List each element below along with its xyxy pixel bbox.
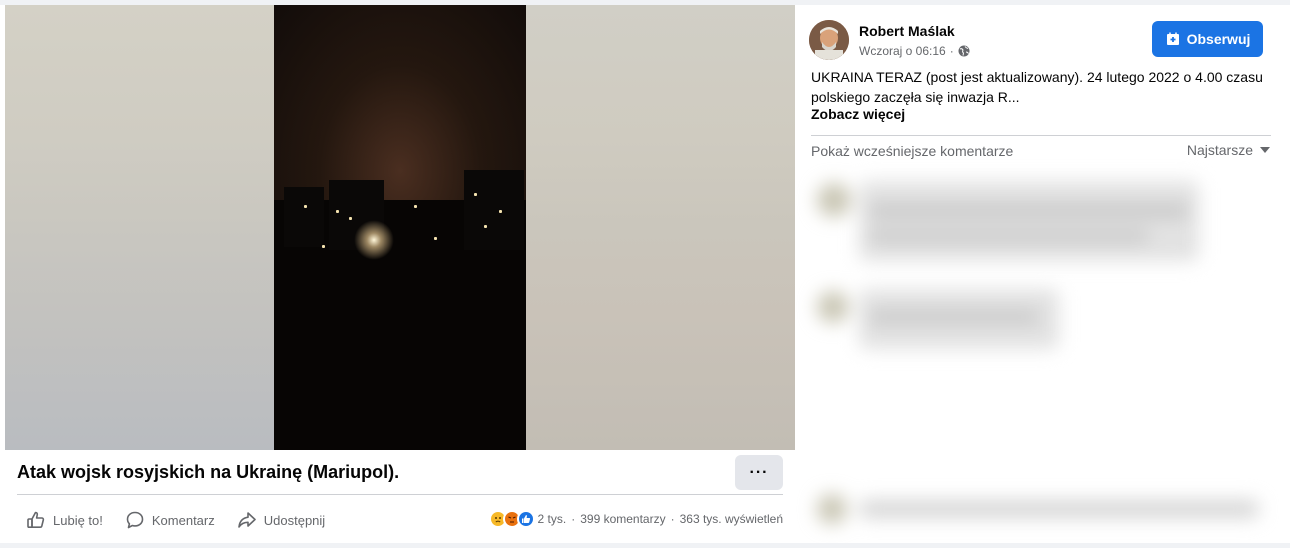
building-silhouette <box>284 187 324 247</box>
action-bar: Lubię to! Komentarz Udostępnij <box>26 508 347 532</box>
building-silhouette <box>464 170 524 250</box>
comment-sort-dropdown[interactable]: Najstarsze <box>1187 142 1270 158</box>
comment-icon <box>126 511 144 529</box>
post-time[interactable]: Wczoraj o 06:16 <box>859 44 946 58</box>
meta-dot: · <box>949 44 954 58</box>
bottom-border <box>0 543 1290 548</box>
window-light <box>322 245 325 248</box>
more-options-button[interactable]: ··· <box>735 455 783 490</box>
sort-label: Najstarsze <box>1186 142 1253 158</box>
more-dots-icon: ··· <box>749 463 769 481</box>
follow-label: Obserwuj <box>1186 31 1251 47</box>
divider <box>811 135 1271 136</box>
comment-button[interactable]: Komentarz <box>125 510 215 530</box>
video-blur-left <box>5 5 274 450</box>
window-light <box>304 205 307 208</box>
avatar-photo <box>809 20 849 60</box>
video-title: Atak wojsk rosyjskich na Ukrainę (Mariup… <box>17 462 400 482</box>
share-label: Udostępnij <box>263 512 326 528</box>
thumbs-up-icon <box>27 511 45 528</box>
avatar[interactable] <box>809 20 849 60</box>
caret-down-icon <box>1260 147 1270 153</box>
reaction-icons[interactable] <box>488 510 535 528</box>
window-light <box>414 205 417 208</box>
follow-button[interactable]: Obserwuj <box>1152 21 1263 57</box>
divider <box>17 494 783 495</box>
like-label: Lubię to! <box>53 512 103 528</box>
window-light <box>434 237 437 240</box>
video-blur-right <box>526 5 795 450</box>
post-text: UKRAINA TERAZ (post jest aktualizowany).… <box>811 69 1263 105</box>
window-light <box>349 217 352 220</box>
globe-icon <box>958 45 970 57</box>
window-light <box>474 193 477 196</box>
window-light <box>484 225 487 228</box>
stats-separator: · <box>670 512 675 526</box>
facebook-video-page: Atak wojsk rosyjskich na Ukrainę (Mariup… <box>0 0 1290 548</box>
see-more-link[interactable]: Zobacz więcej <box>811 106 905 122</box>
reaction-count[interactable]: 2 tys. <box>538 512 567 526</box>
blurred-comment <box>809 285 1269 365</box>
explosion-glow <box>354 220 394 260</box>
blurred-comment <box>809 175 1269 270</box>
window-light <box>336 210 339 213</box>
views-count: 363 tys. wyświetleń <box>679 512 783 526</box>
video-frame[interactable] <box>274 5 526 450</box>
share-button[interactable]: Udostępnij <box>237 510 325 530</box>
like-button[interactable]: Lubię to! <box>26 510 103 530</box>
show-earlier-comments-link[interactable]: Pokaż wcześniejsze komentarze <box>811 143 1013 159</box>
comments-count[interactable]: 399 komentarzy <box>580 512 665 526</box>
author-name[interactable]: Robert Maślak <box>859 23 955 39</box>
reaction-like-icon <box>516 510 535 528</box>
share-icon <box>237 512 256 528</box>
follow-icon <box>1166 32 1179 45</box>
engagement-stats: 2 tys. · 399 komentarzy · 363 tys. wyświ… <box>488 510 783 528</box>
stats-separator: · <box>571 512 576 526</box>
window-light <box>499 210 502 213</box>
post-meta: Wczoraj o 06:16 · <box>859 44 970 58</box>
blurred-comment <box>809 490 1269 530</box>
post-side-panel: Robert Maślak Wczoraj o 06:16 · Obserwuj… <box>795 5 1290 543</box>
comment-label: Komentarz <box>151 512 215 528</box>
video-player[interactable] <box>5 5 795 450</box>
